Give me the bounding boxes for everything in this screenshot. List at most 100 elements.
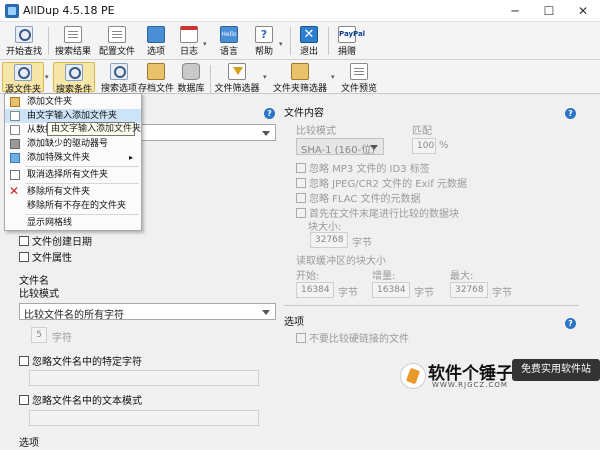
search-results-button[interactable]: 搜索结果: [52, 26, 94, 57]
help-icon: ?: [255, 26, 273, 43]
toolbar-main: 开始查找 搜索结果 配置文件 选项 日志 ▾ Hello 语言 ? 帮助 ▾ ✕…: [0, 22, 600, 60]
app-icon: [5, 4, 19, 18]
file-filter-dropdown-icon[interactable]: ▾: [263, 73, 267, 81]
block-size-label: 块大小:: [308, 222, 342, 233]
folder-filter-button[interactable]: 文件夹筛选器: [270, 63, 330, 94]
results-icon: [64, 26, 82, 43]
percent-label: %: [439, 140, 449, 151]
remove-icon: ✕: [9, 184, 20, 198]
watermark-logo-icon: [400, 363, 426, 389]
filename-compare-select[interactable]: 比较文件名的所有字符: [19, 303, 276, 320]
ignore-chars-input[interactable]: [29, 370, 259, 386]
left-top-select[interactable]: [140, 124, 276, 141]
increment-unit: 字节: [414, 288, 434, 299]
options-icon: [147, 26, 165, 43]
menu-item-remove-nonexistent[interactable]: 移除所有不存在的文件夹: [5, 199, 141, 213]
archive-files-button[interactable]: 存档文件: [135, 63, 177, 94]
watermark-slogan: 免费实用软件站: [512, 359, 600, 381]
language-button[interactable]: Hello 语言: [215, 26, 243, 57]
file-filter-icon: [228, 63, 246, 80]
minimize-button[interactable]: ─: [498, 0, 532, 22]
close-button[interactable]: ✕: [566, 0, 600, 22]
maximize-button[interactable]: ☐: [532, 0, 566, 22]
max-unit: 字节: [492, 288, 512, 299]
divider: [284, 305, 579, 306]
title-bar: AllDup 4.5.18 PE ─ ☐ ✕: [0, 0, 600, 22]
chk-file-attributes[interactable]: 文件属性: [19, 249, 72, 264]
search-options-icon: [110, 63, 128, 80]
menu-item-deselect-all[interactable]: 取消选择所有文件夹: [5, 168, 141, 182]
folder-search-icon: [14, 64, 32, 81]
options-help-icon[interactable]: ?: [565, 318, 576, 329]
right-panel: 文件内容 ? 比较模式 匹配 SHA-1 (160-位) 100 % 忽略 MP…: [284, 100, 584, 350]
language-icon: Hello: [220, 26, 238, 43]
profile-icon: [108, 26, 126, 43]
menu-item-add-special-folder[interactable]: 添加特殊文件夹 ▸: [5, 151, 141, 165]
profiles-button[interactable]: 配置文件: [97, 26, 137, 57]
block-size-input[interactable]: 32768: [310, 232, 348, 248]
right-options-heading: 选项: [284, 317, 304, 328]
chk-file-created-date[interactable]: 文件创建日期: [19, 233, 92, 248]
start-search-button[interactable]: 开始查找: [4, 26, 44, 57]
watermark: 软件个锤子 WWW.RJGCZ.COM 免费实用软件站: [400, 357, 600, 399]
max-input[interactable]: 32768: [450, 282, 488, 298]
log-icon: [180, 26, 198, 43]
chk-ignore-jpeg[interactable]: 忽略 JPEG/CR2 文件的 Exif 元数据: [296, 175, 467, 190]
start-label: 开始:: [296, 271, 320, 282]
log-button[interactable]: 日志: [176, 26, 202, 57]
max-label: 最大:: [450, 271, 474, 282]
search-options-button[interactable]: 搜索选项: [98, 63, 140, 94]
toolbar-search: 源文件夹 ▾ 搜索条件 搜索选项 存档文件 数据库 文件筛选器 ▾ 文件夹筛选器…: [0, 60, 600, 95]
help-button[interactable]: ? 帮助: [250, 26, 278, 57]
exit-button[interactable]: ✕ 退出: [296, 26, 322, 57]
source-folders-button[interactable]: 源文件夹: [2, 62, 44, 95]
database-icon: [182, 63, 200, 80]
menu-item-add-by-text[interactable]: 由文字输入添加文件夹: [5, 109, 141, 123]
tooltip: 由文字输入添加文件夹: [47, 122, 141, 136]
increment-label: 增量:: [372, 271, 396, 282]
chk-ignore-mp3[interactable]: 忽略 MP3 文件的 ID3 标签: [296, 160, 430, 175]
special-folder-icon: [10, 153, 20, 163]
menu-item-add-missing-drives[interactable]: 添加缺少的驱动器号: [5, 137, 141, 151]
ignore-pattern-input[interactable]: [29, 410, 259, 426]
search-icon: [15, 26, 33, 43]
chk-ignore-flac[interactable]: 忽略 FLAC 文件的元数据: [296, 190, 421, 205]
database-button[interactable]: 数据库: [176, 63, 206, 94]
folder-filter-dropdown-icon[interactable]: ▾: [331, 73, 335, 81]
match-percent-input[interactable]: 100: [412, 138, 436, 154]
search-criteria-button[interactable]: 搜索条件: [53, 62, 95, 95]
file-preview-button[interactable]: 文件预览: [338, 63, 380, 94]
file-content-heading: 文件内容: [284, 108, 324, 119]
menu-item-add-folder[interactable]: 添加文件夹: [5, 95, 141, 109]
start-input[interactable]: 16384: [296, 282, 334, 298]
add-folder-icon: [10, 97, 20, 107]
match-label: 匹配: [412, 126, 432, 137]
hash-algorithm-select[interactable]: SHA-1 (160-位): [296, 138, 384, 155]
donate-button[interactable]: PayPal 捐赠: [333, 26, 365, 57]
source-folders-menu: 添加文件夹 由文字输入添加文件夹 从数据库 添加缺少的驱动器号 添加特殊文件夹 …: [4, 93, 142, 231]
increment-input[interactable]: 16384: [372, 282, 410, 298]
options-button[interactable]: 选项: [142, 26, 170, 57]
chk-no-hardlink[interactable]: 不要比较硬链接的文件: [296, 330, 409, 345]
checkbox-icon: [10, 170, 20, 180]
chk-ignore-specific-chars[interactable]: 忽略文件名中的特定字符: [19, 353, 142, 368]
content-help-icon[interactable]: ?: [565, 108, 576, 119]
log-dropdown-icon[interactable]: ▾: [203, 40, 207, 48]
file-filter-button[interactable]: 文件筛选器: [212, 63, 262, 94]
help-dropdown-icon[interactable]: ▾: [279, 40, 283, 48]
filename-compare-mode-label: 比较模式: [19, 289, 59, 300]
exit-icon: ✕: [300, 26, 318, 43]
block-size-unit: 字节: [352, 238, 372, 249]
menu-item-show-gridlines[interactable]: 显示网格线: [5, 216, 141, 230]
source-folders-dropdown-icon[interactable]: ▾: [45, 73, 49, 81]
left-options-heading: 选项: [19, 438, 39, 449]
char-unit-label: 字符: [52, 333, 72, 344]
window-title: AllDup 4.5.18 PE: [23, 4, 115, 17]
preview-icon: [350, 63, 368, 80]
help-icon[interactable]: ?: [264, 108, 275, 119]
chk-ignore-text-pattern[interactable]: 忽略文件名中的文本模式: [19, 392, 142, 407]
menu-item-remove-all[interactable]: ✕ 移除所有文件夹: [5, 185, 141, 199]
text-input-icon: [10, 111, 20, 121]
folder-filter-icon: [291, 63, 309, 80]
char-count-input[interactable]: 5: [31, 327, 47, 343]
